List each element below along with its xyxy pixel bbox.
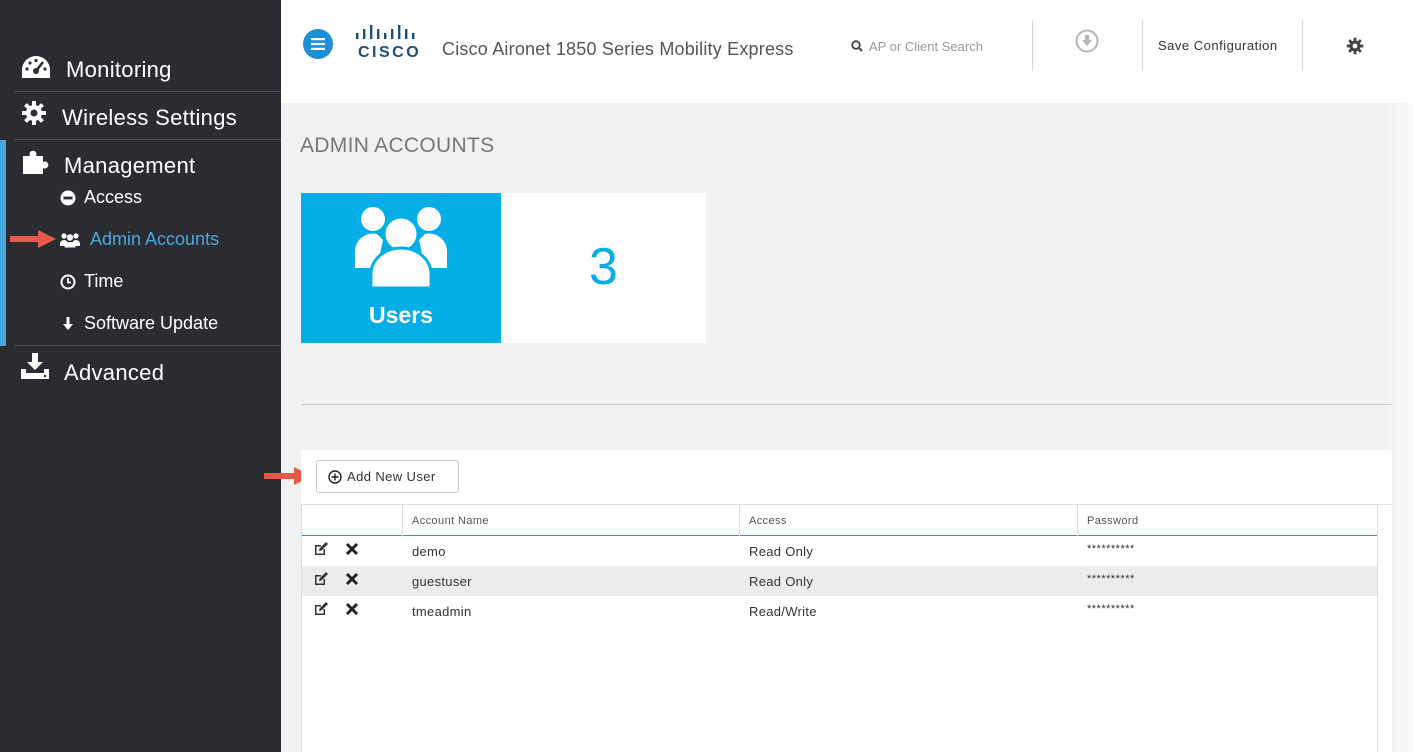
- table-header: Account Name Access Password: [302, 505, 1378, 536]
- sidebar-subitem-access[interactable]: Access: [60, 187, 142, 208]
- header-divider: [1302, 20, 1303, 71]
- table-row[interactable]: guestuser Read Only **********: [302, 566, 1377, 596]
- hamburger-icon: [311, 38, 325, 50]
- table-row[interactable]: demo Read Only **********: [302, 536, 1377, 566]
- sidebar-subitem-time[interactable]: Time: [60, 271, 123, 292]
- sidebar-subitem-label: Time: [84, 271, 124, 291]
- sidebar: Monitoring Wireless Settings Management …: [0, 0, 281, 752]
- search-input[interactable]: [869, 38, 1009, 54]
- sidebar-item-monitoring[interactable]: Monitoring: [0, 50, 281, 90]
- sidebar-item-advanced[interactable]: Advanced: [0, 350, 281, 390]
- column-separator: [402, 505, 403, 536]
- cisco-bars-icon: [356, 25, 415, 39]
- edit-icon[interactable]: [313, 571, 329, 587]
- access-cell: Read Only: [749, 574, 814, 589]
- sidebar-subitem-software-update[interactable]: Software Update: [60, 313, 218, 334]
- sidebar-item-label: Management: [64, 153, 196, 178]
- account-name-cell: tmeadmin: [412, 604, 472, 619]
- password-cell: **********: [1087, 573, 1135, 585]
- search-icon: [851, 40, 863, 52]
- clock-icon: [60, 274, 76, 290]
- edit-icon[interactable]: [313, 541, 329, 557]
- users-count-tile: 3: [501, 193, 706, 343]
- app-title: Cisco Aironet 1850 Series Mobility Expre…: [442, 39, 794, 59]
- top-header: CISCO Cisco Aironet 1850 Series Mobility…: [281, 0, 1413, 103]
- gear-icon: [21, 100, 47, 126]
- section-divider: [301, 404, 1392, 405]
- column-header-access[interactable]: Access: [749, 515, 787, 527]
- plus-circle-icon: [328, 469, 342, 484]
- search-box[interactable]: [851, 36, 1021, 56]
- users-group-icon: [355, 207, 447, 290]
- access-cell: Read/Write: [749, 604, 817, 619]
- sidebar-divider: [14, 139, 281, 140]
- sidebar-subitem-label: Admin Accounts: [90, 229, 220, 249]
- account-name-cell: demo: [412, 544, 446, 559]
- account-name-cell: guestuser: [412, 574, 472, 589]
- dashboard-icon: [20, 53, 52, 83]
- header-divider: [1032, 20, 1033, 71]
- table-row[interactable]: tmeadmin Read/Write **********: [302, 596, 1377, 626]
- arrow-down-icon: [60, 316, 76, 332]
- cisco-wordmark: CISCO: [358, 44, 422, 61]
- tile-label: Users: [369, 302, 433, 328]
- users-tile[interactable]: Users: [301, 193, 501, 343]
- download-tray-icon: [20, 352, 50, 380]
- users-icon: [60, 232, 80, 248]
- sidebar-item-management[interactable]: Management: [0, 144, 281, 184]
- sidebar-item-label: Advanced: [64, 360, 165, 385]
- add-new-user-button[interactable]: Add New User: [316, 460, 459, 493]
- sidebar-subitem-admin-accounts[interactable]: Admin Accounts: [60, 229, 219, 250]
- sidebar-divider: [14, 91, 281, 92]
- add-new-user-label: Add New User: [347, 469, 436, 484]
- settings-gear-icon[interactable]: [1346, 37, 1364, 55]
- puzzle-icon: [21, 148, 49, 176]
- table-scrollbar[interactable]: [1377, 505, 1378, 752]
- annotation-arrow-icon: [10, 230, 56, 248]
- column-header-account-name[interactable]: Account Name: [412, 515, 489, 527]
- sidebar-divider: [14, 345, 281, 346]
- delete-icon[interactable]: [345, 572, 359, 586]
- sidebar-subitem-label: Access: [84, 187, 143, 207]
- minus-circle-icon: [60, 190, 76, 206]
- delete-icon[interactable]: [345, 602, 359, 616]
- save-configuration-button[interactable]: Save Configuration: [1158, 38, 1278, 53]
- access-cell: Read Only: [749, 544, 814, 559]
- password-cell: **********: [1087, 543, 1135, 555]
- sidebar-item-label: Monitoring: [66, 57, 172, 82]
- header-divider: [1142, 20, 1143, 71]
- users-count: 3: [589, 238, 618, 296]
- cisco-logo: CISCO: [354, 24, 424, 64]
- users-table: Account Name Access Password demo Read O…: [301, 504, 1392, 752]
- delete-icon[interactable]: [345, 542, 359, 556]
- column-separator: [1077, 505, 1078, 536]
- sidebar-subitem-label: Software Update: [84, 313, 219, 333]
- column-header-password[interactable]: Password: [1087, 515, 1139, 527]
- edit-icon[interactable]: [313, 601, 329, 617]
- page-title: ADMIN ACCOUNTS: [300, 134, 495, 157]
- sidebar-item-label: Wireless Settings: [62, 105, 238, 130]
- column-separator: [739, 505, 740, 536]
- sidebar-item-wireless-settings[interactable]: Wireless Settings: [0, 96, 281, 136]
- menu-toggle-button[interactable]: [303, 29, 333, 59]
- download-circle-icon[interactable]: [1075, 29, 1099, 53]
- password-cell: **********: [1087, 603, 1135, 615]
